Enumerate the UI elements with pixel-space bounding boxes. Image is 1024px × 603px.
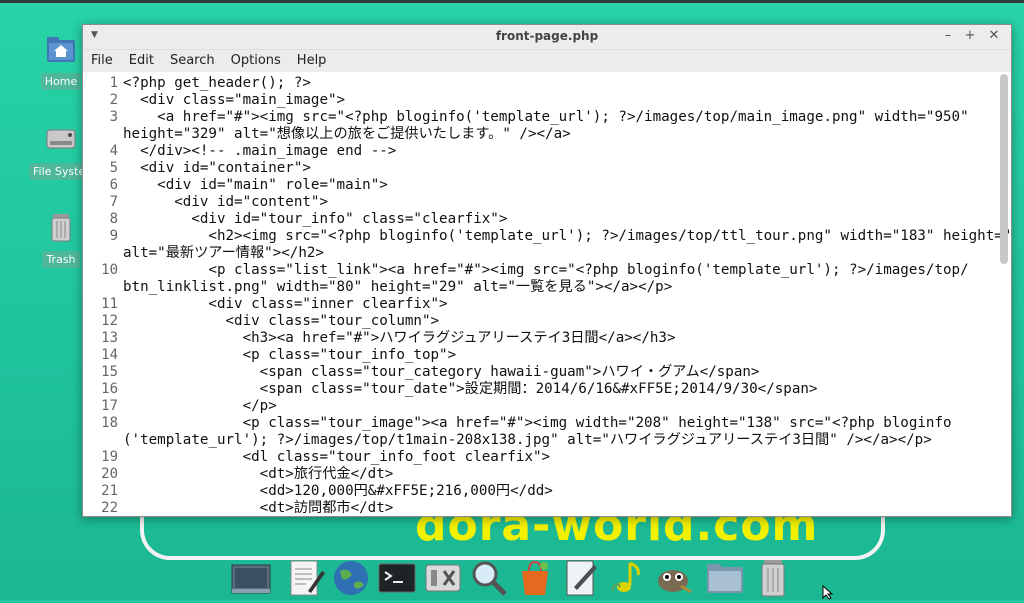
code-text: <dt>訪問都市</dt> (123, 500, 394, 516)
settings-icon[interactable] (422, 557, 464, 599)
music-player-icon[interactable] (606, 557, 648, 599)
line-number: 13 (101, 330, 118, 346)
menu-options[interactable]: Options (223, 50, 289, 68)
code-text: <dl class="tour_info_foot clearfix"> (123, 449, 551, 465)
code-text: <div id="tour_info" class="clearfix"> (123, 211, 508, 227)
line-number: 1 (109, 75, 118, 91)
code-text: <div id="container"> (123, 160, 311, 176)
trash-icon (44, 212, 78, 242)
line-number: 18 (101, 415, 118, 431)
desktop-icon-label: Home (40, 73, 82, 90)
line-number: 22 (101, 500, 118, 516)
code-text: <p class="tour_info_top"> (123, 347, 457, 363)
line-number: 2 (109, 92, 118, 108)
scrollbar-thumb[interactable] (1000, 74, 1008, 264)
code-text: <p class="list_link"><a href="#"><img sr… (123, 262, 969, 278)
menu-file[interactable]: File (83, 50, 121, 68)
code-text: <div class="main_image"> (123, 92, 346, 108)
code-text: <div class="tour_column"> (123, 313, 440, 329)
gimp-icon[interactable] (652, 557, 694, 599)
home-folder-icon (44, 34, 78, 64)
line-number: 14 (101, 347, 118, 363)
line-number: 7 (109, 194, 118, 210)
mouse-cursor-icon (822, 585, 834, 600)
code-text: <span class="tour_category hawaii-guam">… (123, 364, 760, 380)
code-text: <p class="tour_image"><a href="#"><img w… (123, 415, 952, 431)
line-number: 6 (109, 177, 118, 193)
code-text: <dd>120,000円&#xFF5E;216,000円</dd> (123, 483, 553, 499)
line-number: 20 (101, 466, 118, 482)
code-text: ('template_url'); ?>/images/top/t1main-2… (123, 432, 932, 448)
menu-help[interactable]: Help (289, 50, 335, 68)
line-number: 12 (101, 313, 118, 329)
notes-icon[interactable] (560, 557, 602, 599)
code-text: </div><!-- .main_image end --> (123, 143, 397, 159)
line-number: 5 (109, 160, 118, 176)
close-icon[interactable]: ✕ (987, 28, 1001, 43)
code-text: <h3><a href="#">ハワイラグジュアリーステイ3日間</a></h3… (123, 330, 676, 346)
code-text: <h2><img src="<?php bloginfo('template_u… (123, 228, 1011, 244)
desktop-icon-label: Trash (42, 251, 80, 268)
menu-search[interactable]: Search (162, 50, 223, 68)
text-area[interactable]: 1 <?php get_header(); ?> 2 <div class="mai… (83, 72, 1011, 516)
line-number: 3 (109, 109, 118, 125)
vertical-scrollbar[interactable] (999, 74, 1009, 514)
code-text: <div id="main" role="main"> (123, 177, 388, 193)
code-text: alt="最新ツアー情報"></h2> (123, 245, 324, 261)
code-text: <div class="inner clearfix"> (123, 296, 448, 312)
editor-window: ▼ front-page.php – + ✕ File Edit Search Opt… (82, 24, 1012, 517)
top-panel (0, 0, 1024, 3)
dock (222, 553, 798, 600)
window-title: front-page.php (495, 29, 599, 43)
terminal-icon[interactable] (376, 557, 418, 599)
window-titlebar[interactable]: ▼ front-page.php – + ✕ (83, 25, 1011, 50)
line-number: 8 (109, 211, 118, 227)
line-number: 15 (101, 364, 118, 380)
line-number: 10 (101, 262, 118, 278)
code-text: <dt>旅行代金</dt> (123, 466, 394, 482)
minimize-icon[interactable]: – (941, 28, 955, 43)
line-number: 17 (101, 398, 118, 414)
dock-trash-icon[interactable] (752, 557, 794, 599)
code-text: <span class="tour_date">設定期間：2014/6/16&#… (123, 381, 818, 397)
maximize-icon[interactable]: + (963, 28, 977, 43)
code-text: btn_linklist.png" width="80" height="29"… (123, 279, 673, 295)
code-text: <a href="#"><img src="<?php bloginfo('te… (123, 109, 969, 125)
code-text: <?php get_header(); ?> (123, 75, 311, 91)
line-number: 9 (109, 228, 118, 244)
line-number: 4 (109, 143, 118, 159)
web-browser-icon[interactable] (330, 557, 372, 599)
menu-edit[interactable]: Edit (121, 50, 162, 68)
text-editor-icon[interactable] (284, 557, 326, 599)
line-number: 16 (101, 381, 118, 397)
code-text: <div id="content"> (123, 194, 328, 210)
line-number: 11 (101, 296, 118, 312)
line-number: 19 (101, 449, 118, 465)
code-text: height="329" alt="想像以上の旅をご提供いたします。" /></… (123, 126, 571, 142)
show-desktop-icon[interactable] (230, 557, 272, 599)
file-manager-icon[interactable] (704, 557, 746, 599)
search-icon[interactable] (468, 557, 510, 599)
menu-bar: File Edit Search Options Help (83, 50, 1011, 73)
code-text: </p> (123, 398, 277, 414)
drive-icon (44, 124, 78, 154)
line-number: 21 (101, 483, 118, 499)
software-store-icon[interactable] (514, 557, 556, 599)
